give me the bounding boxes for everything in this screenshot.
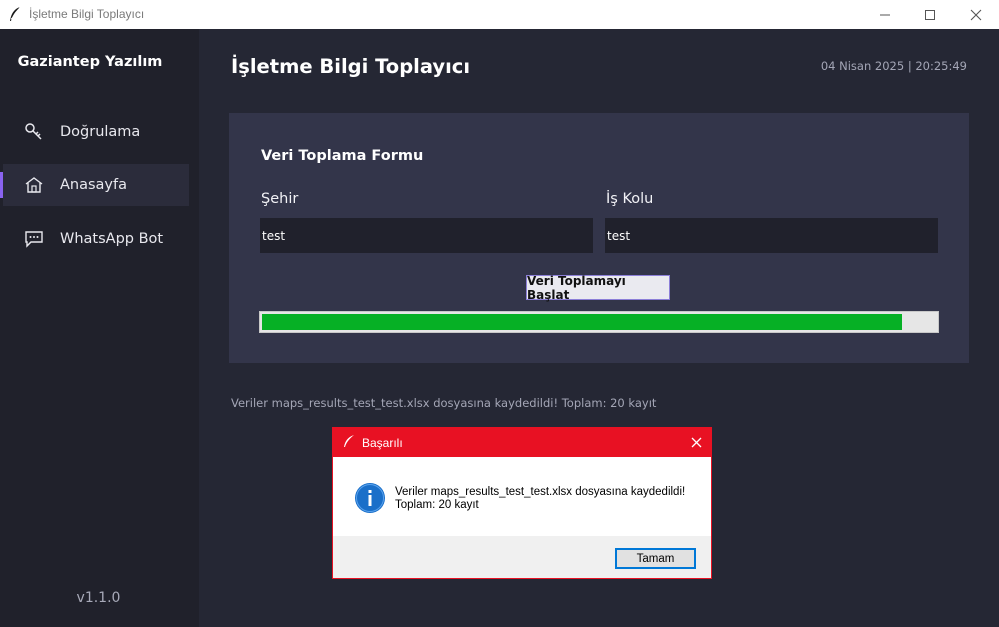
- maximize-button[interactable]: [907, 0, 953, 29]
- sidebar: Gaziantep Yazılım Doğrulama Anasayfa Wha…: [0, 29, 199, 627]
- close-icon: [691, 437, 701, 448]
- sidebar-item-label: Doğrulama: [60, 124, 141, 140]
- sidebar-item-anasayfa[interactable]: Anasayfa: [3, 164, 189, 206]
- progress-fill: [262, 314, 902, 330]
- dialog-close-button[interactable]: [681, 428, 711, 457]
- progress-bar: [259, 311, 939, 333]
- maximize-icon: [925, 9, 935, 20]
- sidebar-item-label: WhatsApp Bot: [60, 231, 164, 247]
- home-icon: [24, 175, 44, 195]
- city-input[interactable]: [260, 218, 593, 253]
- window-title: İşletme Bilgi Toplayıcı: [29, 7, 145, 21]
- window-titlebar: İşletme Bilgi Toplayıcı: [0, 0, 999, 29]
- feather-icon: [344, 435, 354, 447]
- brand-name: Gaziantep Yazılım: [17, 54, 163, 70]
- data-collection-form: Veri Toplama Formu Şehir İş Kolu Veri To…: [229, 113, 969, 363]
- dialog-message-line: Veriler maps_results_test_test.xlsx dosy…: [395, 486, 686, 498]
- success-dialog: Başarılı Veriler maps_results_test_test.…: [332, 427, 712, 579]
- active-indicator: [0, 172, 3, 198]
- dialog-title: Başarılı: [362, 436, 403, 450]
- sidebar-item-whatsapp-bot[interactable]: WhatsApp Bot: [3, 218, 189, 260]
- ok-button[interactable]: Tamam: [615, 548, 696, 569]
- start-collection-button[interactable]: Veri Toplamayı Başlat: [526, 274, 670, 302]
- business-input[interactable]: [605, 218, 938, 253]
- close-button[interactable]: [953, 0, 999, 29]
- sidebar-item-dogrulama[interactable]: Doğrulama: [3, 111, 189, 153]
- page-title: İşletme Bilgi Toplayıcı: [231, 55, 471, 78]
- chat-icon: [24, 229, 44, 249]
- key-icon: [24, 122, 44, 142]
- minimize-icon: [880, 14, 890, 15]
- feather-icon: [10, 6, 21, 21]
- minimize-button[interactable]: [862, 0, 908, 29]
- sidebar-item-label: Anasayfa: [60, 177, 128, 193]
- close-icon: [970, 9, 982, 20]
- dialog-message: Veriler maps_results_test_test.xlsx dosy…: [395, 486, 685, 512]
- dialog-titlebar: Başarılı: [333, 428, 711, 457]
- dialog-message-line: Toplam: 20 kayıt: [395, 499, 479, 511]
- city-label: Şehir: [261, 191, 299, 207]
- business-label: İş Kolu: [606, 191, 654, 207]
- info-icon: [355, 483, 385, 513]
- form-title: Veri Toplama Formu: [261, 148, 424, 164]
- datetime-label: 04 Nisan 2025 | 20:25:49: [820, 59, 967, 73]
- status-message: Veriler maps_results_test_test.xlsx dosy…: [231, 396, 657, 410]
- dialog-footer: Tamam: [333, 536, 711, 578]
- app-version: v1.1.0: [76, 590, 121, 606]
